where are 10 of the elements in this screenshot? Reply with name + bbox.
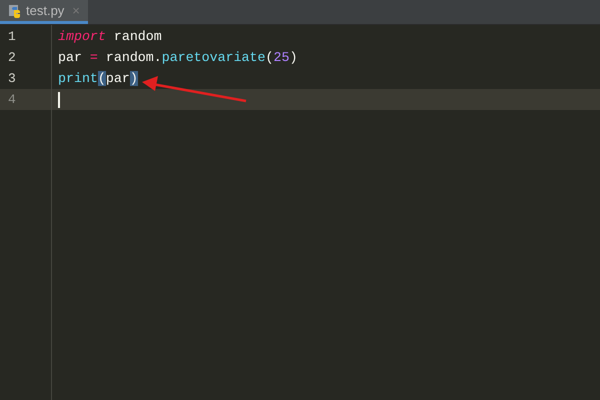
code-line: import random [58, 28, 162, 46]
code-line: print(par) [58, 70, 138, 88]
line-number: 4 [8, 92, 16, 107]
python-file-icon [8, 4, 22, 18]
line-number: 2 [8, 50, 16, 65]
line-number: 1 [8, 28, 16, 44]
line-number: 3 [8, 70, 16, 86]
code-line: par = random.paretovariate(25) [58, 48, 298, 67]
text-cursor [58, 92, 60, 108]
file-tab[interactable]: test.py × [0, 0, 88, 24]
